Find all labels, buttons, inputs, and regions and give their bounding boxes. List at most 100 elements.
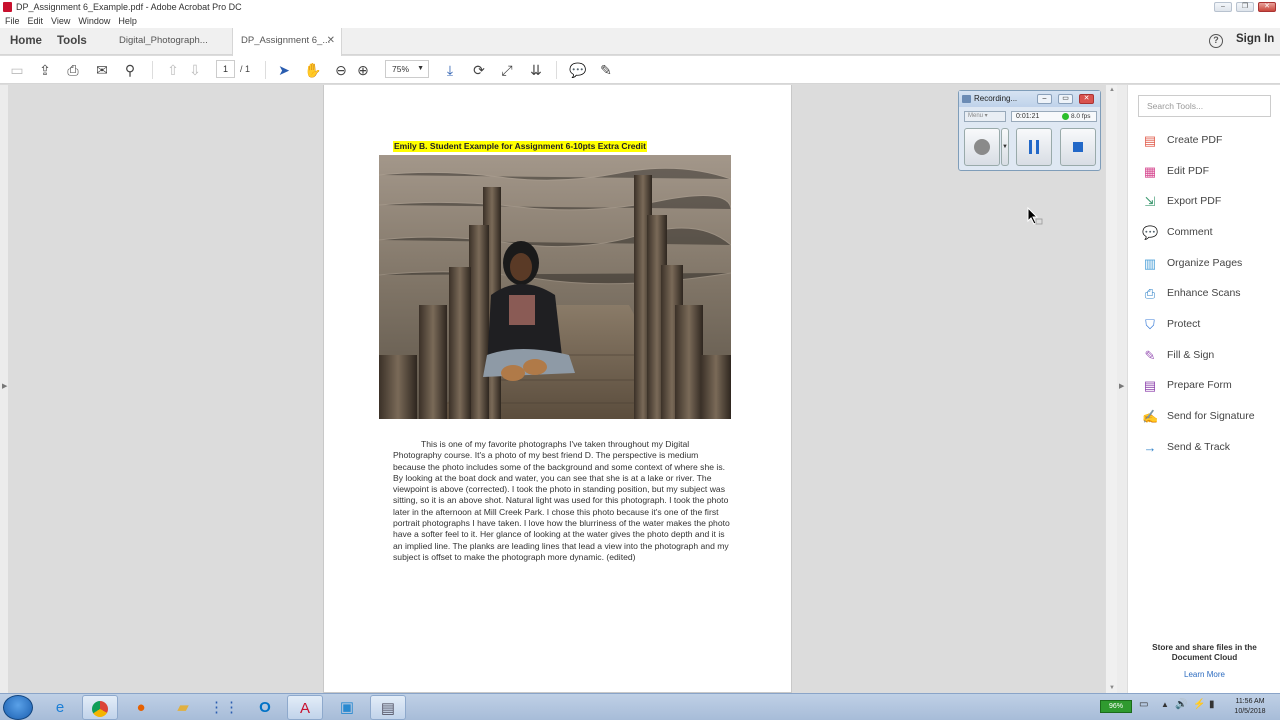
maximize-button[interactable]: ❐ xyxy=(1236,2,1254,12)
select-tool-icon[interactable]: ➤ xyxy=(275,61,293,79)
tool-prepare-form[interactable]: ▤ Prepare Form xyxy=(1142,376,1277,396)
edit-pdf-icon: ▦ xyxy=(1143,164,1157,179)
minimize-button[interactable]: – xyxy=(1214,2,1232,12)
full-screen-icon[interactable]: ⤢ xyxy=(498,61,516,79)
frame-rate: 8.0 fps xyxy=(1071,113,1091,120)
menu-edit[interactable]: Edit xyxy=(28,16,44,26)
previous-page-icon[interactable]: ⇧ xyxy=(164,61,182,79)
firefox-icon[interactable]: ● xyxy=(123,695,159,720)
record-options-button[interactable]: ▼ xyxy=(1001,128,1009,166)
recorder-menu-label: Menu xyxy=(968,113,984,119)
record-button[interactable] xyxy=(964,128,1000,166)
page-total: / 1 xyxy=(240,64,251,74)
volume-icon[interactable]: 🔊 xyxy=(1175,699,1187,710)
recorder-menu-dropdown[interactable]: Menu ▾ xyxy=(964,111,1006,122)
enhance-scans-icon: ⎙ xyxy=(1144,286,1156,301)
acrobat-taskbar-icon[interactable]: A xyxy=(287,695,323,720)
start-button[interactable] xyxy=(3,695,33,720)
clock[interactable]: 11:56 AM 10/5/2018 xyxy=(1225,697,1275,717)
apps-grid-icon[interactable]: ⋮⋮ xyxy=(206,695,242,720)
help-icon[interactable]: ? xyxy=(1209,34,1223,48)
menu-file[interactable]: File xyxy=(5,16,20,26)
stop-button[interactable] xyxy=(1060,128,1096,166)
document-body: This is one of my favorite photographs I… xyxy=(393,439,730,563)
internet-explorer-icon[interactable]: e xyxy=(42,695,78,720)
comment-toolbar-icon[interactable]: 💬 xyxy=(569,61,587,79)
outlook-icon[interactable]: O xyxy=(247,695,283,720)
learn-more-link[interactable]: Learn More xyxy=(1142,670,1267,679)
tool-send-for-signature[interactable]: ✍ Send for Signature xyxy=(1142,407,1277,427)
highlight-pen-icon[interactable]: ✎ xyxy=(597,61,615,79)
tab-document-2[interactable]: DP_Assignment 6_... ✕ xyxy=(232,28,342,56)
recorder-minimize-button[interactable]: – xyxy=(1037,94,1052,104)
file-explorer-icon[interactable]: ▰ xyxy=(165,695,201,720)
scroll-mode-icon[interactable]: ⇊ xyxy=(527,61,545,79)
recording-title-bar[interactable]: Recording... – ▭ ✕ xyxy=(959,91,1100,107)
power-icon[interactable]: ⚡ xyxy=(1193,699,1205,710)
tab-document-2-label: DP_Assignment 6_... xyxy=(241,35,331,46)
tool-fill-sign[interactable]: ✎ Fill & Sign xyxy=(1142,346,1277,366)
tool-organize-pages[interactable]: ▥ Organize Pages xyxy=(1142,254,1277,274)
chevron-down-icon: ▼ xyxy=(1002,144,1008,150)
menu-help[interactable]: Help xyxy=(118,16,137,26)
hand-tool-icon[interactable]: ✋ xyxy=(304,61,322,79)
menu-window[interactable]: Window xyxy=(78,16,110,26)
tab-home[interactable]: Home xyxy=(10,28,42,55)
pause-button[interactable] xyxy=(1016,128,1052,166)
fit-page-icon[interactable]: ⤓ xyxy=(441,61,459,79)
print-icon[interactable]: ⎙ xyxy=(64,61,82,79)
tool-export-pdf[interactable]: ⇲ Export PDF xyxy=(1142,192,1277,212)
tool-comment[interactable]: 💬 Comment xyxy=(1142,223,1277,243)
clock-date: 10/5/2018 xyxy=(1234,708,1266,715)
next-page-icon[interactable]: ⇩ xyxy=(186,61,204,79)
page-number-input[interactable]: 1 xyxy=(216,60,235,78)
vertical-scrollbar[interactable]: ▲ ▼ xyxy=(1105,85,1117,693)
recorder-restore-button[interactable]: ▭ xyxy=(1058,94,1073,104)
chrome-icon[interactable] xyxy=(82,695,118,720)
search-tools-input[interactable]: Search Tools... xyxy=(1138,95,1271,117)
menu-view[interactable]: View xyxy=(51,16,70,26)
save-icon[interactable]: ▭ xyxy=(8,61,26,79)
recorder-icon xyxy=(962,95,971,103)
left-panel-toggle[interactable]: ▶ xyxy=(0,85,8,693)
zoom-out-icon[interactable]: ⊖ xyxy=(332,61,350,79)
system-tray: 96% ▭ ▲ 🔊 ⚡ ▮ 11:56 AM 10/5/2018 xyxy=(1075,694,1280,720)
signal-icon[interactable]: ▮ xyxy=(1209,699,1215,710)
tool-protect[interactable]: ⛉ Protect xyxy=(1142,315,1277,335)
sign-in-link[interactable]: Sign In xyxy=(1236,33,1274,45)
prepare-form-icon: ▤ xyxy=(1143,378,1157,393)
tool-edit-pdf[interactable]: ▦ Edit PDF xyxy=(1142,162,1277,182)
network-icon[interactable]: ▭ xyxy=(1139,699,1148,710)
upload-icon[interactable]: ⇪ xyxy=(36,61,54,79)
search-icon[interactable]: ⚲ xyxy=(121,61,139,79)
tool-send-track[interactable]: → Send & Track xyxy=(1142,438,1277,458)
battery-indicator[interactable]: 96% xyxy=(1100,700,1132,713)
tool-label: Protect xyxy=(1167,318,1201,330)
tool-label: Send & Track xyxy=(1167,441,1231,453)
pause-icon xyxy=(1029,140,1039,154)
recording-widget: Recording... – ▭ ✕ Menu ▾ 0:01:21 8.0 fp… xyxy=(958,90,1101,171)
close-tab-icon[interactable]: ✕ xyxy=(327,28,335,54)
email-icon[interactable]: ✉ xyxy=(93,61,111,79)
tool-enhance-scans[interactable]: ⎙ Enhance Scans xyxy=(1142,284,1277,304)
create-pdf-icon: ▤ xyxy=(1143,133,1157,148)
portrait-photo xyxy=(379,155,731,419)
recorder-close-button[interactable]: ✕ xyxy=(1079,94,1094,104)
right-panel-toggle[interactable]: ▶ xyxy=(1117,85,1127,693)
tools-pane: Search Tools... ▤ Create PDF ▦ Edit PDF ⇲ E… xyxy=(1127,85,1280,693)
tab-tools[interactable]: Tools xyxy=(57,28,87,55)
body-paragraph: This is one of my favorite photographs I… xyxy=(393,439,730,562)
zoom-in-icon[interactable]: ⊕ xyxy=(354,61,372,79)
recording-title: Recording... xyxy=(974,94,1018,103)
tool-create-pdf[interactable]: ▤ Create PDF xyxy=(1142,131,1277,151)
windows-taskbar: e ● ▰ ⋮⋮ O A ▣ ▤ 96% ▭ ▲ 🔊 ⚡ ▮ 11:56 AM … xyxy=(0,693,1280,720)
tool-label: Fill & Sign xyxy=(1167,349,1215,361)
notes-app-icon[interactable]: ▣ xyxy=(329,695,365,720)
show-hidden-icons-icon[interactable]: ▲ xyxy=(1161,700,1169,709)
tab-document-1[interactable]: Digital_Photograph... xyxy=(111,28,226,55)
zoom-select[interactable]: 75% ▼ xyxy=(385,60,429,78)
close-button[interactable]: ✕ xyxy=(1258,2,1276,12)
recorder-taskbar-icon[interactable]: ▤ xyxy=(370,695,406,720)
window-title: DP_Assignment 6_Example.pdf - Adobe Acro… xyxy=(16,2,242,12)
rotate-icon[interactable]: ⟳ xyxy=(470,61,488,79)
